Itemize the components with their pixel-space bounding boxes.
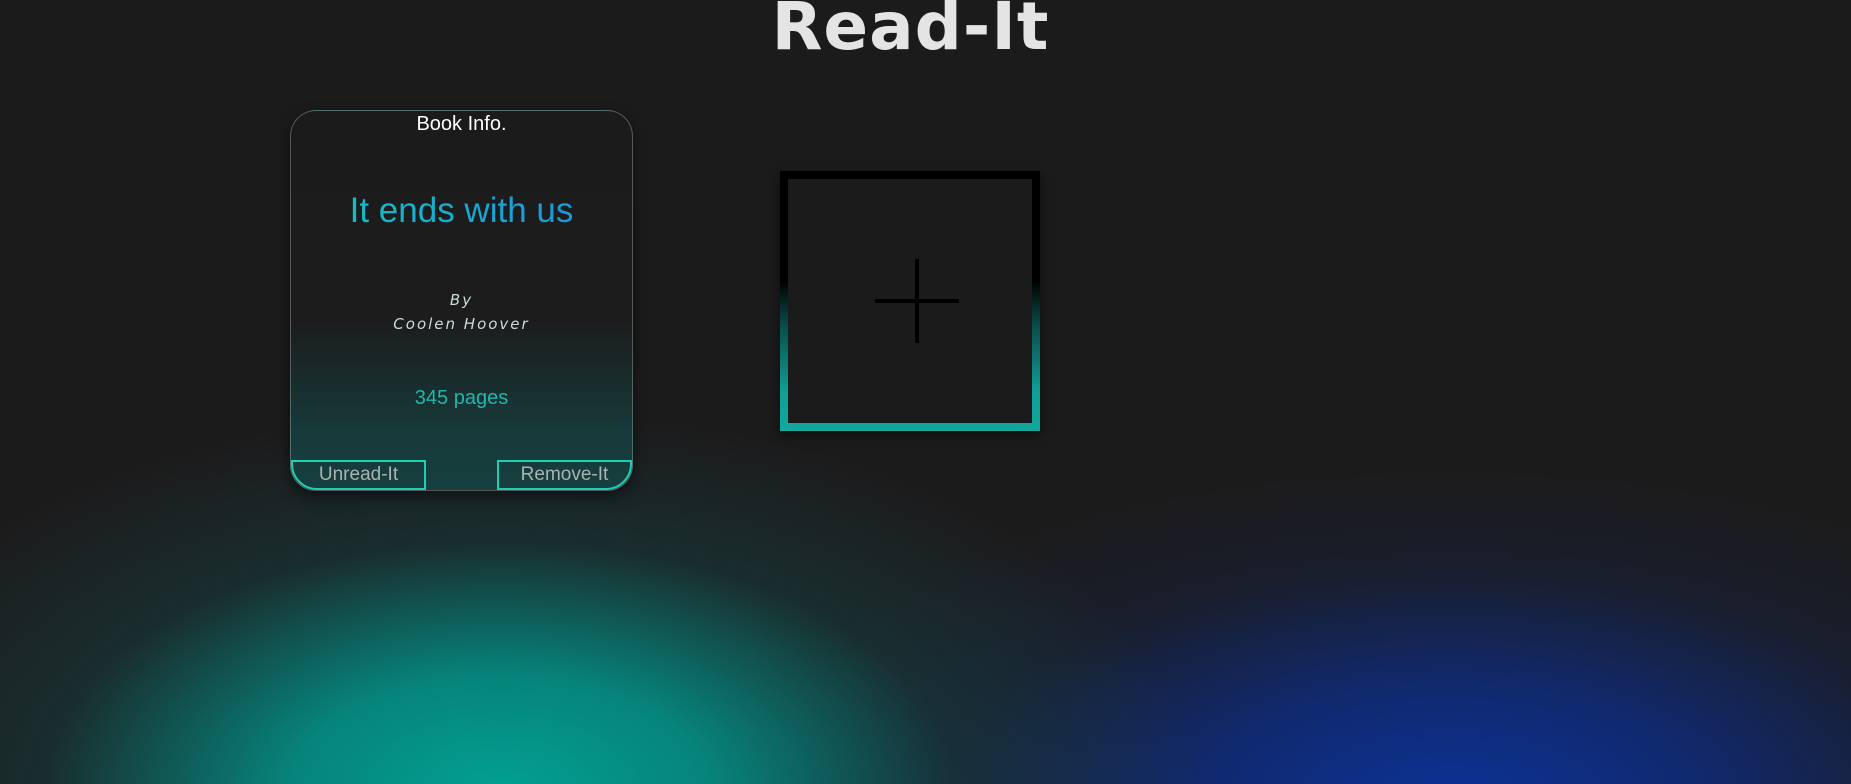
book-author: Coolen Hoover [393,315,530,333]
card-heading: Book Info. [416,113,507,135]
app-title: Read-It [771,0,1050,65]
book-title: It ends with us [291,191,632,231]
remove-it-button[interactable]: Remove-It [497,460,632,490]
by-label: By [449,291,474,309]
unread-it-button[interactable]: Unread-It [291,460,426,490]
add-book-button[interactable] [780,171,1040,431]
book-card: Book Info. It ends with us By Coolen Hoo… [290,110,633,491]
add-book-panel [788,179,1032,423]
page-count: 345 pages [414,387,509,409]
